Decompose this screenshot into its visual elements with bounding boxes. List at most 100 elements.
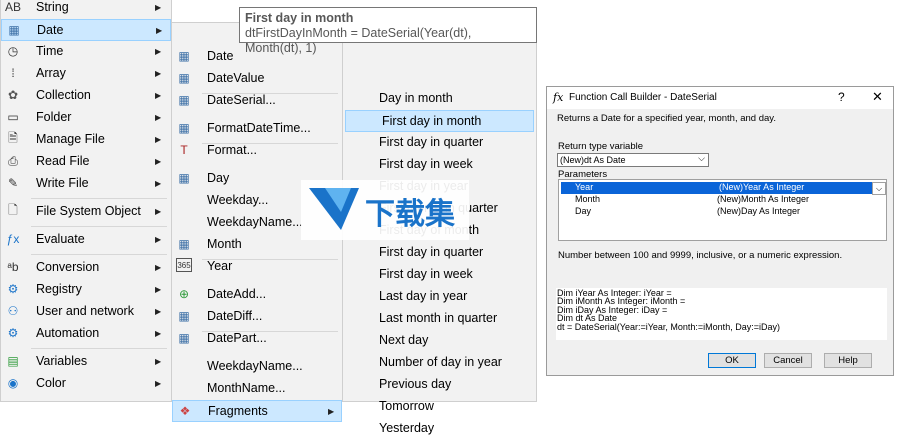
menu-item-label: DateSerial... xyxy=(207,93,276,107)
calendar-icon: ▦ xyxy=(178,331,190,345)
ok-button[interactable]: OK xyxy=(708,353,756,368)
menu-item-label: Last month in quarter xyxy=(379,311,498,325)
user-network-icon: ⚇ xyxy=(7,304,19,318)
menu-item-datediff[interactable]: ▦ DateDiff... xyxy=(172,306,342,328)
code-line: dt = DateSerial(Year:=iYear, Month:=iMon… xyxy=(557,321,780,332)
menu-item-registry[interactable]: ⚙ Registry ▶ xyxy=(1,279,171,301)
dialog-description: Returns a Date for a specified year, mon… xyxy=(557,113,776,124)
menu-item-label: DateAdd... xyxy=(207,287,267,301)
menu-item-dateadd[interactable]: ⊕ DateAdd... xyxy=(172,284,342,306)
menu-item-date[interactable]: ▦ Date ▶ xyxy=(1,19,171,41)
menu-item-datevalue[interactable]: ▦ DateValue xyxy=(172,68,342,90)
menu-item-label: File System Object xyxy=(36,204,141,218)
menu-item-write-file[interactable]: ✎ Write File ▶ xyxy=(1,173,171,195)
menu-item-label: Day xyxy=(207,171,230,185)
menu-item-color[interactable]: ◉ Color ▶ xyxy=(1,373,171,395)
menu-item-label: Yesterday xyxy=(379,421,435,435)
menu-item-previous-day[interactable]: Previous day xyxy=(343,374,536,396)
menu-item-formatdatetime[interactable]: ▦ FormatDateTime... xyxy=(172,118,342,140)
registry-icon: ⚙ xyxy=(7,282,19,296)
menu-item-label: Collection xyxy=(36,88,91,102)
menu-item-first-day-in-week[interactable]: First day in week xyxy=(343,264,536,286)
menu-separator xyxy=(31,254,167,255)
menu-item-day-in-month[interactable]: Day in month xyxy=(343,88,536,110)
menu-item-label: User and network xyxy=(36,304,134,318)
chevron-right-icon: ▶ xyxy=(155,329,162,338)
menu-item-monthname[interactable]: MonthName... xyxy=(172,378,342,400)
chevron-right-icon: ▶ xyxy=(155,179,162,188)
menu-item-first-day-in-quarter[interactable]: First day in quarter xyxy=(343,242,536,264)
menu-item-variables[interactable]: ▤ Variables ▶ xyxy=(1,351,171,373)
clock-icon: ◷ xyxy=(7,44,19,58)
ab-icon: AB xyxy=(5,0,22,14)
menu-item-file-system-object[interactable]: 🗋 File System Object ▶ xyxy=(1,201,171,223)
menu-item-fragments[interactable]: ❖ Fragments ▶ xyxy=(172,400,342,422)
menu-item-label: String xyxy=(36,0,69,14)
menu-item-first-day-in-quarter[interactable]: First day in quarter xyxy=(343,132,536,154)
chevron-right-icon: ▶ xyxy=(328,407,335,416)
file-system-icon: 🗋 xyxy=(8,202,18,217)
parameter-row[interactable]: Month (New)Month As Integer xyxy=(559,194,886,206)
chevron-right-icon: ▶ xyxy=(155,285,162,294)
return-type-select[interactable]: (New)dt As Date ⌵ xyxy=(557,153,709,167)
menu-item-yesterday[interactable]: Yesterday xyxy=(343,418,536,440)
automation-icon: ⚙ xyxy=(7,326,19,340)
menu-item-label: Year xyxy=(207,259,233,273)
menu-item-first-day-in-week[interactable]: First day in week xyxy=(343,154,536,176)
menu-item-first-day-in-month[interactable]: First day in month xyxy=(345,110,534,132)
tooltip-code: dtFirstDayInMonth = DateSerial(Year(dt),… xyxy=(245,26,472,55)
close-button[interactable]: ✕ xyxy=(872,89,883,105)
menu-item-label: Format... xyxy=(207,143,258,157)
menu-item-read-file[interactable]: ⎙ Read File ▶ xyxy=(1,151,171,173)
add-icon: ⊕ xyxy=(178,287,190,301)
menu-item-label: Next day xyxy=(379,333,429,347)
function-call-builder-dialog: fx Function Call Builder - DateSerial ? … xyxy=(546,86,894,376)
parameter-name: Year xyxy=(575,182,594,192)
menu-item-automation[interactable]: ⚙ Automation ▶ xyxy=(1,323,171,345)
parameter-row[interactable]: Year (New)Year As Integer ⌵ xyxy=(561,182,886,195)
menu-item-array[interactable]: ⁞ Array ▶ xyxy=(1,63,171,85)
menu-item-user-and-network[interactable]: ⚇ User and network ▶ xyxy=(1,301,171,323)
chevron-right-icon: ▶ xyxy=(155,235,162,244)
variables-icon: ▤ xyxy=(7,354,19,368)
menu-item-weekdayname[interactable]: WeekdayName... xyxy=(172,356,342,378)
help-button[interactable]: Help xyxy=(824,353,872,368)
parameters-grid: Year (New)Year As Integer ⌵ Month (New)Month… xyxy=(558,179,887,241)
menu-separator xyxy=(202,331,338,332)
calendar-icon: ▦ xyxy=(178,309,190,323)
cancel-button[interactable]: Cancel xyxy=(764,353,812,368)
chevron-right-icon: ▶ xyxy=(155,357,162,366)
menu-item-tomorrow[interactable]: Tomorrow xyxy=(343,396,536,418)
menu-item-collection[interactable]: ✿ Collection ▶ xyxy=(1,85,171,107)
menu-item-label: Automation xyxy=(36,326,100,340)
menu-item-label: Number of day in year xyxy=(379,355,502,369)
manage-file-icon: 🗎 xyxy=(8,130,18,145)
help-question-button[interactable]: ? xyxy=(838,90,845,104)
menu-item-label: Last day in year xyxy=(379,289,468,303)
menu-item-last-month-in-quarter[interactable]: Last month in quarter xyxy=(343,308,536,330)
chevron-right-icon: ▶ xyxy=(155,307,162,316)
collection-icon: ✿ xyxy=(7,88,19,102)
parameter-row[interactable]: Day (New)Day As Integer xyxy=(559,206,886,218)
code-preview[interactable]: Dim iYear As Integer: iYear = Dim iMonth … xyxy=(556,288,887,340)
menu-item-conversion[interactable]: ᵃb Conversion ▶ xyxy=(1,257,171,279)
menu-item-manage-file[interactable]: 🗎 Manage File ▶ xyxy=(1,129,171,151)
menu-item-label: Array xyxy=(36,66,66,80)
menu-item-label: Weekday... xyxy=(207,193,269,207)
menu-item-time[interactable]: ◷ Time ▶ xyxy=(1,41,171,63)
menu-item-label: DatePart... xyxy=(207,331,267,345)
menu-item-next-day[interactable]: Next day xyxy=(343,330,536,352)
return-type-label-text: Return type variable xyxy=(558,141,644,152)
menu-item-number-of-day-in-year[interactable]: Number of day in year xyxy=(343,352,536,374)
menu-item-string[interactable]: AB String ▶ xyxy=(1,0,171,19)
parameter-value: (New)Year As Integer xyxy=(719,182,805,192)
fx-icon: fx xyxy=(553,91,564,104)
grid-calendar-icon: ▦ xyxy=(178,237,190,251)
menu-item-label: FormatDateTime... xyxy=(207,121,311,135)
menu-item-last-day-in-year[interactable]: Last day in year xyxy=(343,286,536,308)
menu-item-evaluate[interactable]: ƒx Evaluate ▶ xyxy=(1,229,171,251)
menu-item-label: Color xyxy=(36,376,66,390)
calendar-icon: ▦ xyxy=(178,121,190,135)
parameter-hint: Number between 100 and 9999, inclusive, … xyxy=(558,250,843,261)
menu-item-folder[interactable]: ▭ Folder ▶ xyxy=(1,107,171,129)
